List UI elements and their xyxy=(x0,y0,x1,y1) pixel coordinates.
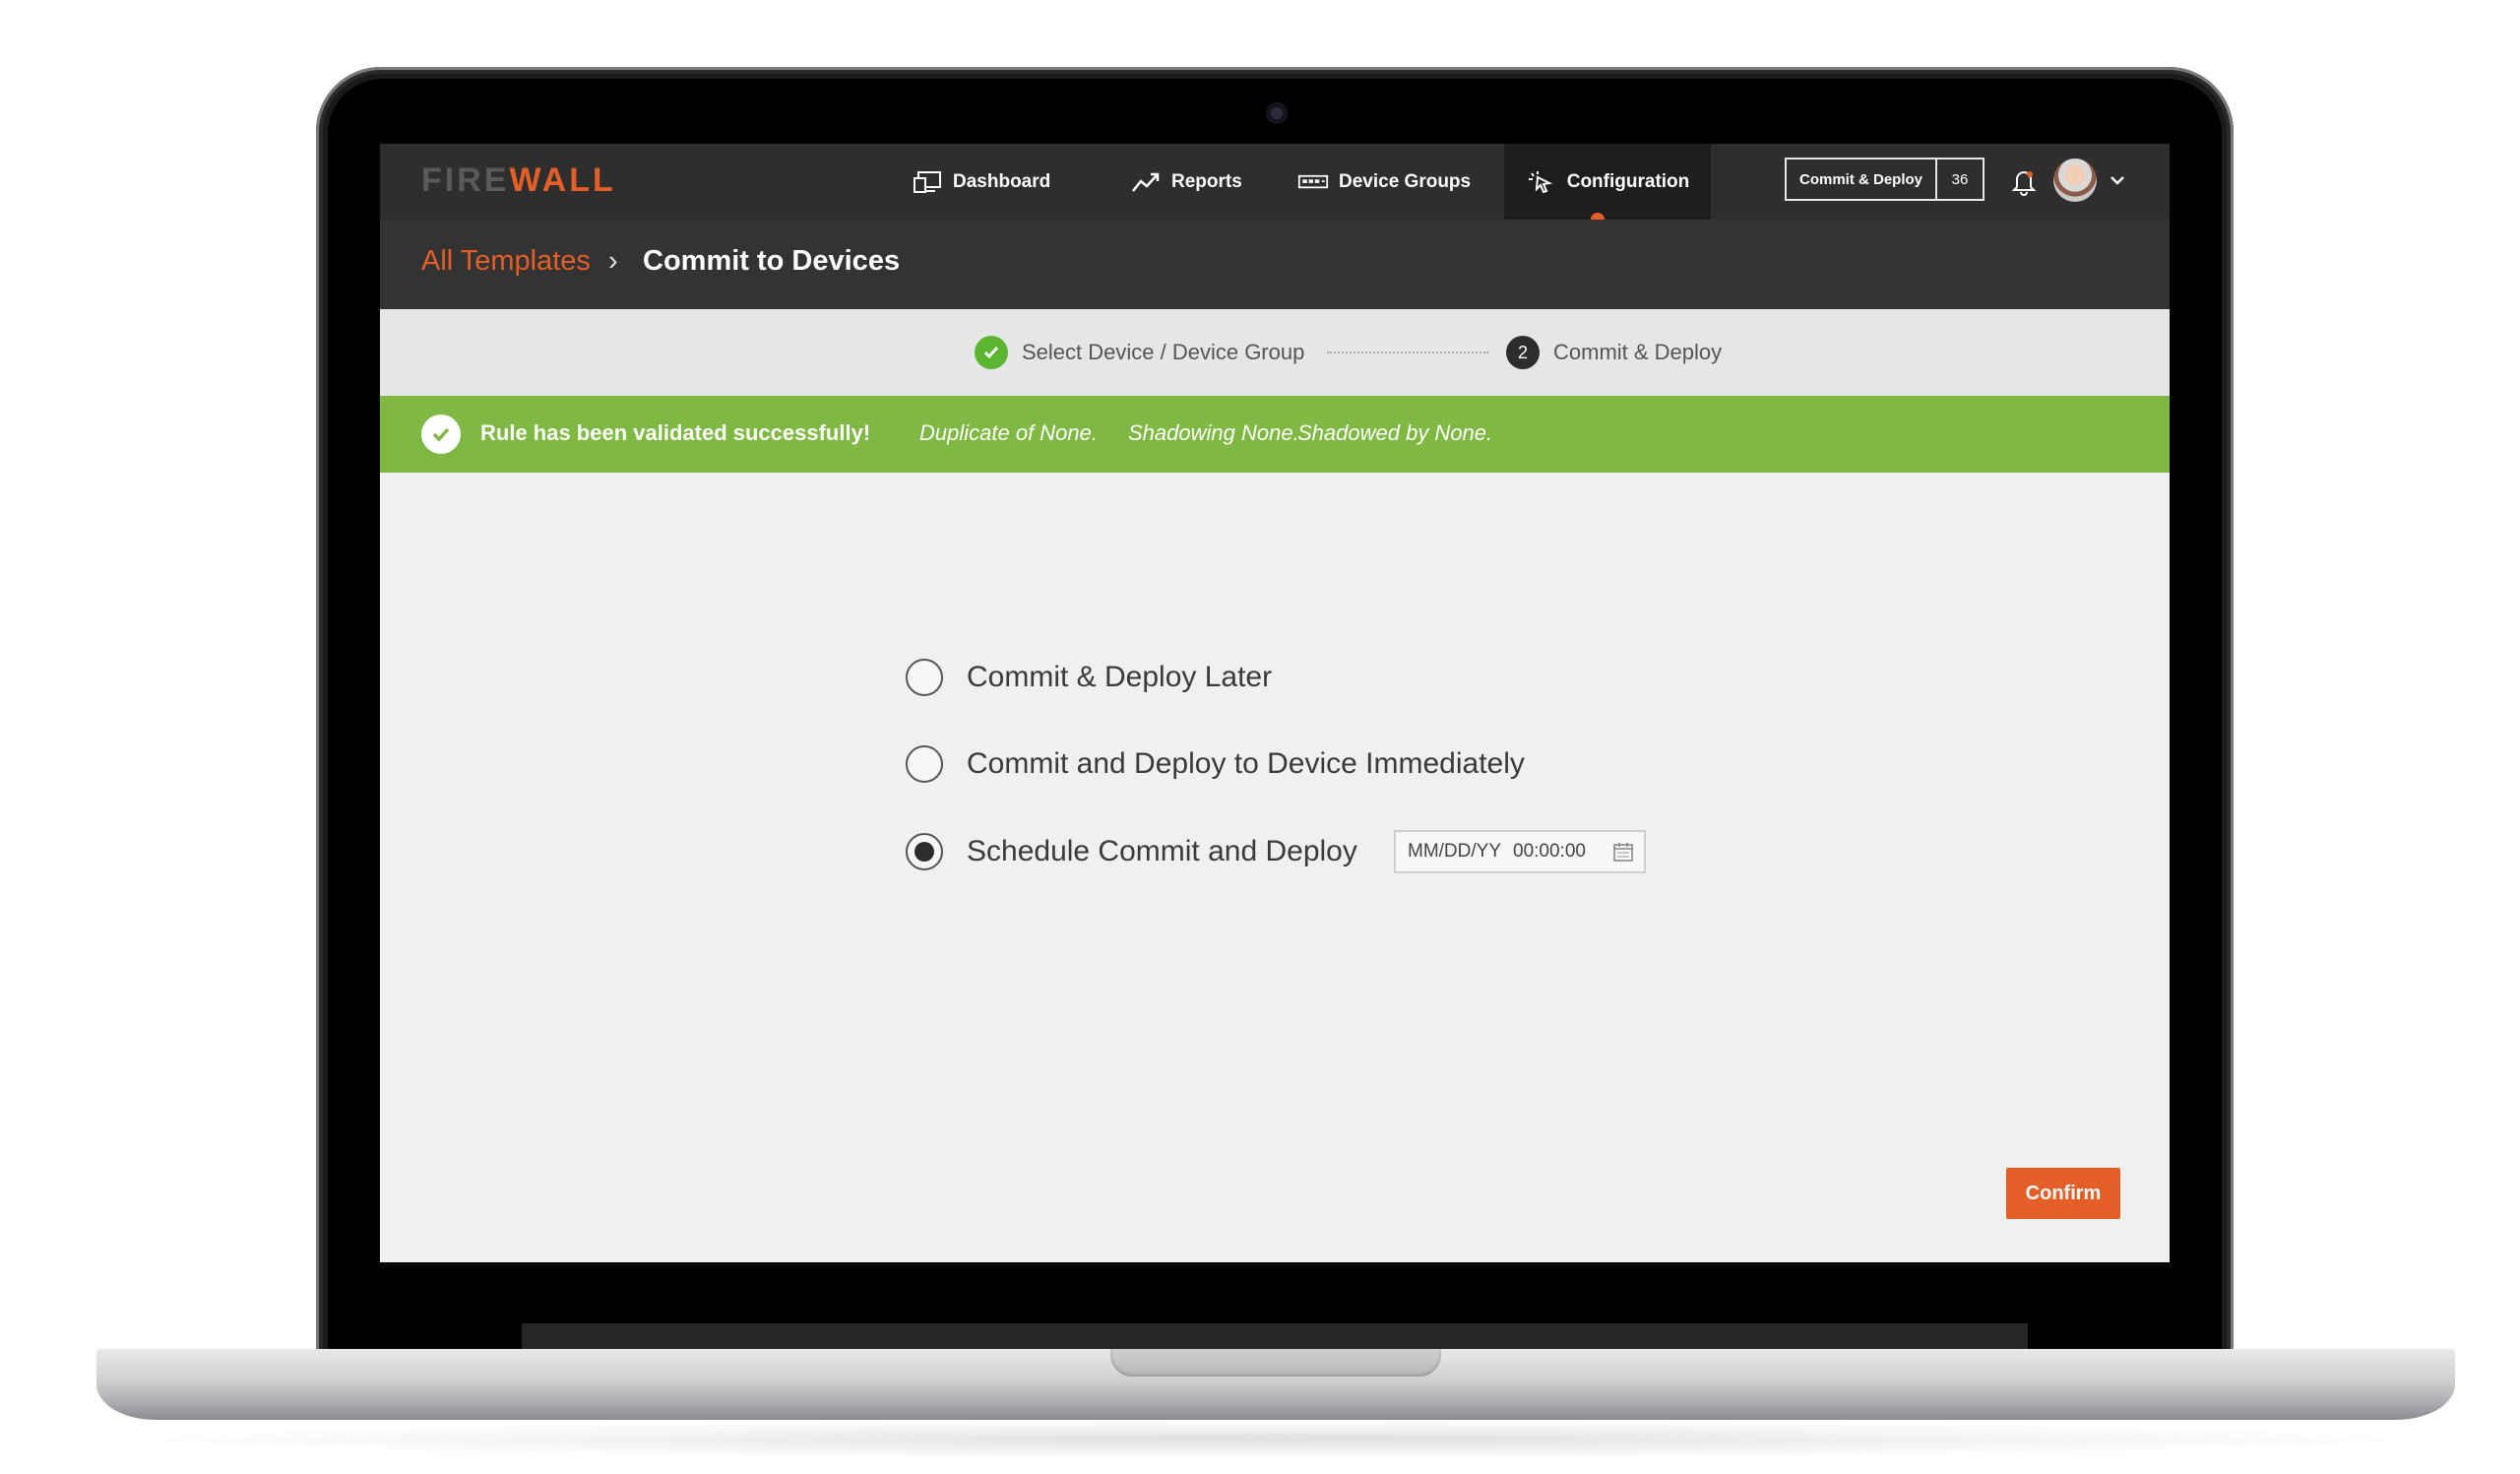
validation-shadowing: Shadowing None. xyxy=(1128,420,1299,445)
time-value: 00:00:00 xyxy=(1513,841,1586,862)
step-select-device[interactable]: Select Device / Device Group xyxy=(975,309,1304,396)
app-screen: FIREWALL Dashboard Reports Device Groups… xyxy=(380,144,2170,1262)
nav-dashboard-label: Dashboard xyxy=(953,170,1051,192)
commit-deploy-button[interactable]: Commit & Deploy 36 xyxy=(1785,158,1984,201)
breadcrumb-all-templates[interactable]: All Templates xyxy=(421,245,591,278)
bell-icon[interactable] xyxy=(2008,165,2040,197)
option-deploy-immediately[interactable]: Commit and Deploy to Device Immediately xyxy=(906,745,1525,783)
validation-title: Rule has been validated successfully! xyxy=(480,420,871,445)
option-schedule[interactable]: Schedule Commit and Deploy xyxy=(906,833,1357,870)
nav-reports-label: Reports xyxy=(1171,170,1242,192)
nav-device-groups[interactable]: Device Groups xyxy=(1297,144,1471,220)
option-deploy-immediately-label: Commit and Deploy to Device Immediately xyxy=(967,747,1525,780)
commit-deploy-label: Commit & Deploy xyxy=(1798,170,1922,188)
camera xyxy=(1266,102,1288,124)
nav-configuration-label: Configuration xyxy=(1566,170,1690,192)
radio-deploy-later[interactable] xyxy=(906,659,943,696)
dashboard-icon xyxy=(914,170,941,193)
calendar-icon[interactable] xyxy=(1612,841,1634,863)
chevron-down-icon[interactable] xyxy=(2109,171,2126,189)
step-connector xyxy=(1327,352,1488,353)
top-navigation: FIREWALL Dashboard Reports Device Groups… xyxy=(380,144,2170,226)
pending-count-badge: 36 xyxy=(1935,160,1983,199)
schedule-datetime-input[interactable]: MM/DD/YY 00:00:00 xyxy=(1394,830,1646,873)
nav-configuration[interactable]: Configuration xyxy=(1504,144,1711,220)
device-groups-icon xyxy=(1297,174,1329,188)
check-icon xyxy=(975,336,1008,369)
option-deploy-later[interactable]: Commit & Deploy Later xyxy=(906,659,1272,696)
validation-shadowed: Shadowed by None. xyxy=(1297,420,1493,445)
brand-logo[interactable]: FIREWALL xyxy=(421,161,616,200)
breadcrumb-separator: › xyxy=(608,245,618,277)
date-placeholder: MM/DD/YY xyxy=(1408,841,1501,862)
brand-part1: FIRE xyxy=(421,161,510,199)
radio-schedule[interactable] xyxy=(906,833,943,870)
user-avatar[interactable] xyxy=(2053,159,2097,202)
radio-selected-dot xyxy=(914,842,934,862)
breadcrumb-bar: All Templates › Commit to Devices xyxy=(380,220,2170,309)
confirm-button[interactable]: Confirm xyxy=(2006,1168,2120,1219)
success-check-icon xyxy=(421,415,461,454)
nav-device-groups-label: Device Groups xyxy=(1339,170,1472,192)
option-schedule-label: Schedule Commit and Deploy xyxy=(967,835,1357,867)
validation-duplicate: Duplicate of None. xyxy=(919,420,1098,445)
laptop-shadow xyxy=(128,1420,2424,1459)
step-commit-deploy: 2 Commit & Deploy xyxy=(1506,309,1722,396)
option-deploy-later-label: Commit & Deploy Later xyxy=(967,661,1273,693)
laptop-hinge xyxy=(522,1323,2028,1349)
nav-dashboard[interactable]: Dashboard xyxy=(912,144,1050,220)
brand-part2: WALL xyxy=(509,161,616,199)
radio-deploy-immediately[interactable] xyxy=(906,745,943,783)
configuration-icon xyxy=(1528,170,1552,193)
validation-banner: Rule has been validated successfully! Du… xyxy=(380,396,2170,473)
step-number: 2 xyxy=(1506,336,1540,369)
laptop-notch xyxy=(1110,1349,1441,1377)
page-title: Commit to Devices xyxy=(643,245,901,277)
nav-reports[interactable]: Reports xyxy=(1130,144,1242,220)
reports-icon xyxy=(1132,172,1160,192)
step-select-device-label: Select Device / Device Group xyxy=(1022,340,1305,364)
step-commit-deploy-label: Commit & Deploy xyxy=(1553,340,1723,364)
progress-stepper: Select Device / Device Group 2 Commit & … xyxy=(380,309,2170,396)
